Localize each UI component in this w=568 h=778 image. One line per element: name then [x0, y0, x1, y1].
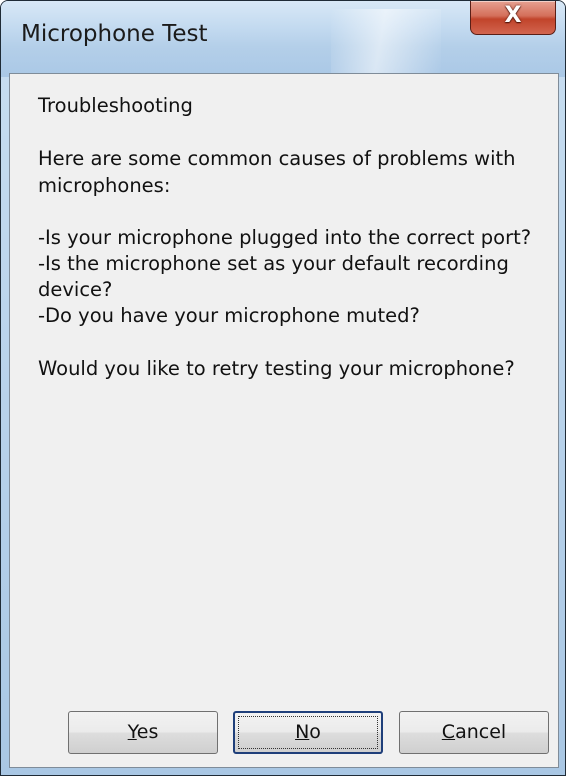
troubleshooting-heading: Troubleshooting [38, 94, 193, 117]
yes-button-accelerator: Y [127, 721, 137, 743]
cause-default-device-line-2: device? [38, 278, 113, 301]
close-icon: X [504, 3, 522, 28]
yes-button[interactable]: Yes [68, 711, 218, 754]
microphone-test-dialog: Microphone Test X Troubleshooting Here a… [0, 0, 566, 776]
yes-button-label: es [136, 721, 159, 743]
dialog-body: Troubleshooting Here are some common cau… [9, 73, 559, 768]
cancel-button-label: ancel [455, 721, 507, 743]
cause-default-device-line-1: -Is the microphone set as your default r… [38, 252, 509, 275]
cancel-button[interactable]: Cancel [399, 711, 549, 754]
intro-text-line-1: Here are some common causes of problems … [38, 147, 516, 170]
retry-question: Would you like to retry testing your mic… [38, 357, 515, 380]
no-button-label: o [309, 721, 321, 743]
no-button-accelerator: N [295, 721, 310, 743]
close-button[interactable]: X [470, 1, 556, 35]
window-title: Microphone Test [21, 21, 208, 47]
no-button[interactable]: No [233, 711, 383, 754]
intro-text-line-2: microphones: [38, 174, 171, 197]
cause-muted: -Do you have your microphone muted? [38, 304, 420, 327]
cancel-button-accelerator: C [441, 721, 456, 743]
cause-port: -Is your microphone plugged into the cor… [38, 226, 532, 249]
